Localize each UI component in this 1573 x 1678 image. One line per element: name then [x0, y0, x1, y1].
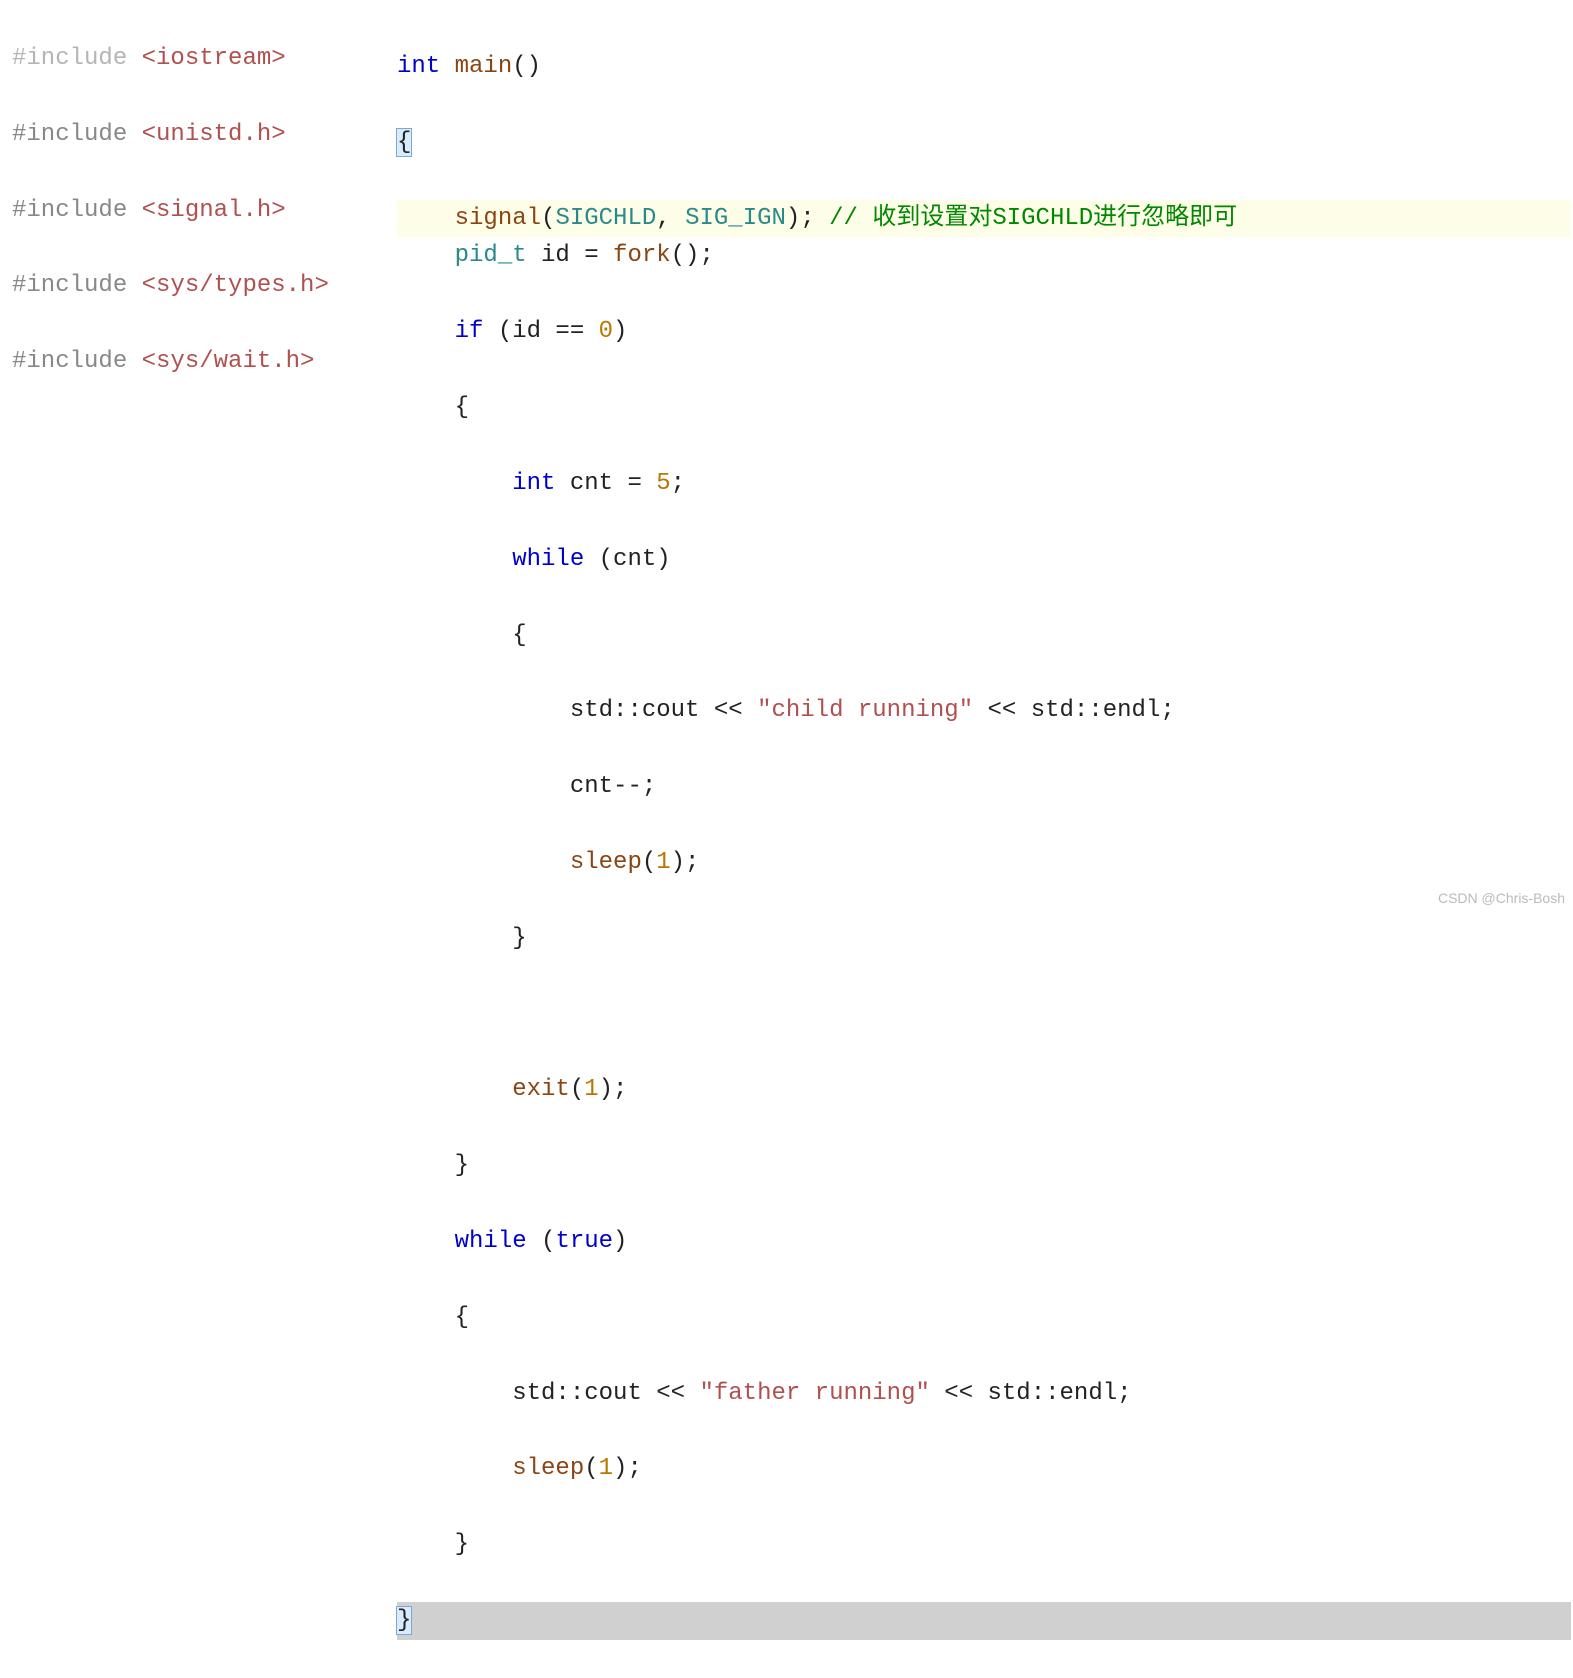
pid-line: pid_t id = fork(); — [397, 237, 1571, 275]
include-line-2: #include <unistd.h> — [12, 116, 383, 154]
include-line-5: #include <sys/wait.h> — [12, 343, 383, 381]
header: <sys/types.h> — [142, 272, 329, 299]
include-line-3: #include <signal.h> — [12, 192, 383, 230]
right-code-pane: int main() { signal(SIGCHLD, SIG_IGN); /… — [395, 0, 1573, 910]
blank-line — [397, 996, 1571, 1034]
brace-close: } — [397, 1526, 1571, 1564]
preproc: #include — [12, 348, 127, 375]
brace: { — [397, 1299, 1571, 1337]
str-father: "father running" — [699, 1380, 929, 1407]
kw-int: int — [397, 53, 440, 80]
header: <signal.h> — [142, 197, 286, 224]
sig-ign: SIG_IGN — [685, 205, 786, 232]
num-one: 1 — [584, 1076, 598, 1103]
main-signature: int main() — [397, 48, 1571, 86]
while-line: while (cnt) — [397, 541, 1571, 579]
kw-int: int — [512, 470, 555, 497]
fn-main: main — [455, 53, 513, 80]
sleep-2: sleep(1); — [397, 1450, 1571, 1488]
brace-open: { — [397, 124, 1571, 162]
brace-close-main: } — [397, 1602, 1571, 1640]
cout-father: std::cout << "father running" << std::en… — [397, 1375, 1571, 1413]
include-line-4: #include <sys/types.h> — [12, 267, 383, 305]
cnt-dec: cnt--; — [397, 768, 1571, 806]
type-pid: pid_t — [455, 242, 527, 269]
fn-sleep: sleep — [570, 849, 642, 876]
kw-true: true — [555, 1228, 613, 1255]
kw-while: while — [455, 1228, 527, 1255]
watermark: CSDN @Chris-Bosh — [1438, 890, 1565, 906]
comment-text: 收到设置对SIGCHLD进行忽略即可 — [872, 205, 1237, 232]
cout-child: std::cout << "child running" << std::end… — [397, 692, 1571, 730]
preproc: #include — [12, 121, 127, 148]
cnt-decl: int cnt = 5; — [397, 465, 1571, 503]
preproc: #include — [12, 45, 127, 72]
num-five: 5 — [656, 470, 670, 497]
brace-close: } — [397, 920, 1571, 958]
header: <unistd.h> — [142, 121, 286, 148]
while-true: while (true) — [397, 1223, 1571, 1261]
header: <iostream> — [142, 45, 286, 72]
fn-sleep: sleep — [512, 1455, 584, 1482]
sleep-1: sleep(1); — [397, 844, 1571, 882]
kw-while: while — [512, 546, 584, 573]
exit-line: exit(1); — [397, 1071, 1571, 1109]
preproc: #include — [12, 272, 127, 299]
fn-exit: exit — [512, 1076, 570, 1103]
fn-signal: signal — [455, 205, 541, 232]
str-child: "child running" — [757, 697, 973, 724]
sigchld: SIGCHLD — [555, 205, 656, 232]
left-code-pane: #include <iostream> #include <unistd.h> … — [0, 0, 395, 910]
brace-close: } — [397, 1147, 1571, 1185]
include-line-1: #include <iostream> — [12, 40, 383, 78]
header: <sys/wait.h> — [142, 348, 315, 375]
brace: { — [397, 389, 1571, 427]
num-zero: 0 — [599, 318, 613, 345]
brace: { — [397, 617, 1571, 655]
num-one: 1 — [656, 849, 670, 876]
preproc: #include — [12, 197, 127, 224]
kw-if: if — [455, 318, 484, 345]
comment-slash: // — [829, 205, 872, 232]
fn-fork: fork — [613, 242, 671, 269]
signal-line: signal(SIGCHLD, SIG_IGN); // 收到设置对SIGCHL… — [397, 200, 1571, 238]
num-one: 1 — [599, 1455, 613, 1482]
if-line: if (id == 0) — [397, 313, 1571, 351]
